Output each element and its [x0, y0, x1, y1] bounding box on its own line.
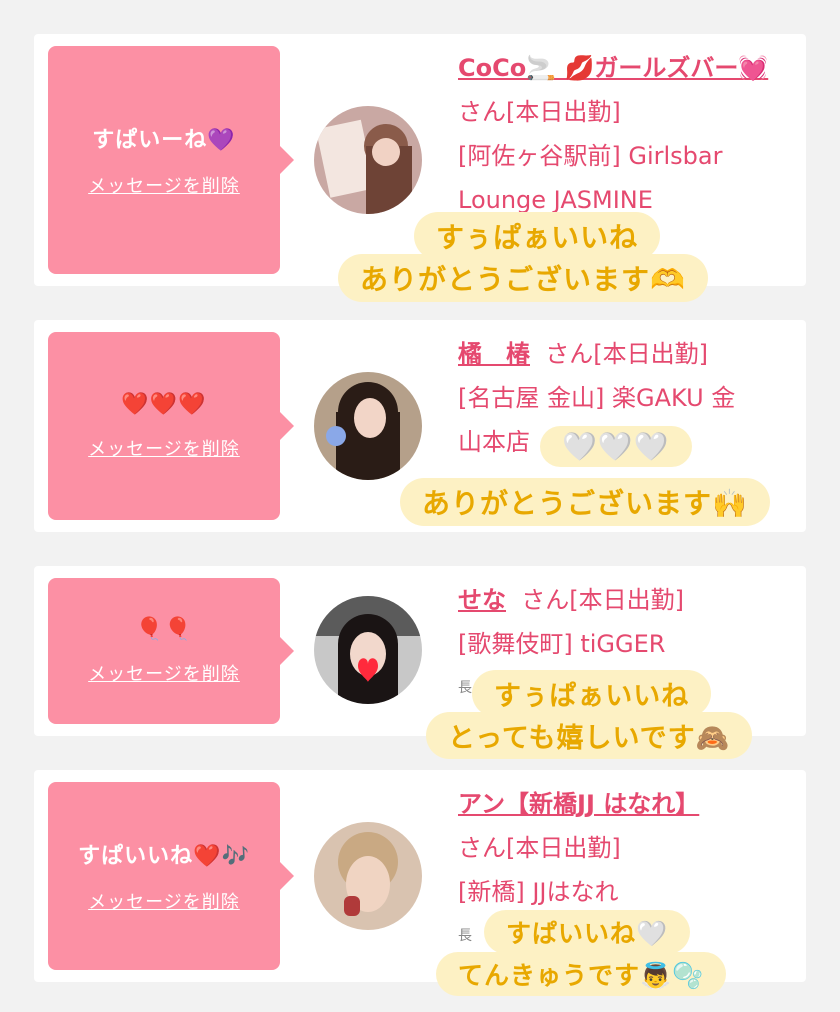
shop-name: [新橋] JJはなれ	[458, 878, 619, 906]
girl-name-link[interactable]: せな	[458, 586, 506, 614]
delete-message-link[interactable]: メッセージを削除	[88, 172, 240, 198]
message-bubble: 🎈🎈 メッセージを削除	[48, 578, 294, 724]
avatar[interactable]	[314, 822, 422, 930]
avatar[interactable]	[314, 372, 422, 480]
sticker-text: すぅぱぁいいね	[414, 212, 661, 260]
sticker-text: すぅぱぁいいね	[472, 670, 712, 717]
sticker-text: とっても嬉しいです🙈	[426, 712, 753, 759]
avatar[interactable]	[314, 106, 422, 214]
sticker-text: てんきゅうです👼🫧	[436, 952, 727, 996]
message-bubble: ❤️❤️❤️ メッセージを削除	[48, 332, 294, 520]
message-card: すぱいいね❤️🎶 メッセージを削除 アン【新橋JJ はなれ】 さん[本日出勤] …	[34, 770, 806, 982]
delete-message-link[interactable]: メッセージを削除	[88, 660, 240, 686]
message-text: 🎈🎈	[135, 616, 193, 642]
sticker-text: ありがとうございます🙌	[400, 478, 770, 526]
girl-name-link[interactable]: CoCo🚬 💋ガールズバー💓	[458, 54, 768, 82]
girl-status: さん[本日出勤]	[458, 834, 621, 862]
girl-status: さん[本日出勤]	[521, 586, 684, 614]
shop-name: [阿佐ヶ谷駅前] Girlsbar	[458, 142, 723, 170]
message-text: ❤️❤️❤️	[121, 391, 207, 417]
girl-status: さん[本日出勤]	[545, 340, 708, 368]
message-bubble: すぱいいね❤️🎶 メッセージを削除	[48, 782, 294, 970]
girl-name-link[interactable]: アン【新橋JJ はなれ】	[458, 790, 699, 818]
delete-message-link[interactable]: メッセージを削除	[88, 888, 240, 914]
delete-message-link[interactable]: メッセージを削除	[88, 435, 240, 461]
sticker-text: すぱいいね🤍	[484, 910, 691, 954]
message-text: すぱいいね❤️🎶	[78, 844, 250, 869]
girl-status: さん[本日出勤]	[458, 98, 621, 126]
message-text: すぱいーね💜	[92, 128, 236, 153]
sticker-text: 🤍🤍🤍	[540, 426, 692, 467]
shop-name: [歌舞伎町] tiGGER	[458, 630, 666, 658]
girl-info: CoCo🚬 💋ガールズバー💓 さん[本日出勤] [阿佐ヶ谷駅前] Girlsba…	[458, 46, 798, 222]
message-bubble: すぱいーね💜 メッセージを削除	[48, 46, 294, 274]
sticker-text: ありがとうございます🫶	[338, 254, 708, 302]
girl-name-link[interactable]: 橘 椿	[458, 340, 530, 368]
avatar[interactable]	[314, 596, 422, 704]
shop-name: [名古屋 金山] 楽GAKU 金	[458, 384, 736, 412]
